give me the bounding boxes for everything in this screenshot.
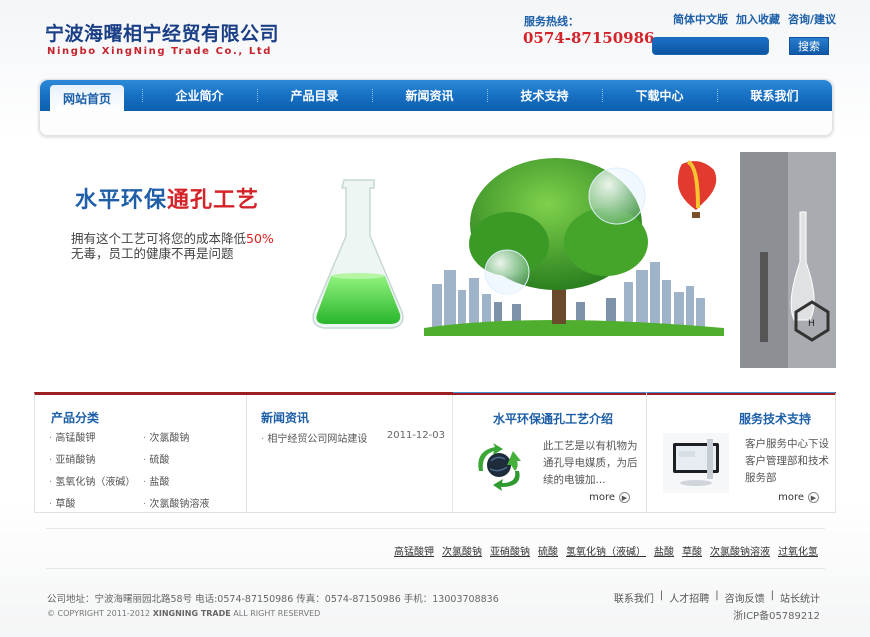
- nav-item-products[interactable]: 产品目录: [257, 80, 372, 111]
- tag-link[interactable]: 草酸: [682, 543, 702, 558]
- hero-banner[interactable]: 水平环保通孔工艺 拥有这个工艺可将您的成本降低50% 无毒，员工的健康不再是问题: [34, 152, 836, 368]
- intro-text: 此工艺是以有机物为通孔导电媒质，为后续的电镀加...: [543, 440, 638, 486]
- tag-link[interactable]: 氢氧化钠（液碱）: [566, 543, 646, 558]
- recycle-globe-icon: [478, 443, 521, 491]
- search-button[interactable]: 搜索: [789, 37, 829, 55]
- tag-link[interactable]: 次氯酸钠溶液: [710, 543, 770, 558]
- monitor-icon: [663, 433, 729, 493]
- svg-text:H: H: [808, 319, 815, 329]
- news-panel-title[interactable]: 新闻资讯: [261, 409, 309, 426]
- main-navigation: 网站首页 企业简介 产品目录 新闻资讯 技术支持 下载中心 联系我们: [39, 79, 833, 136]
- news-item-title[interactable]: 相宁经贸公司网站建设: [261, 430, 367, 445]
- top-link-feedback[interactable]: 咨询/建议: [788, 11, 836, 27]
- product-list: 高锰酸钾 次氯酸钠 亚硝酸钠 硫酸 氢氧化钠（液碱） 盐酸 草酸 次氯酸钠溶液: [49, 429, 239, 510]
- tag-link[interactable]: 硫酸: [538, 543, 558, 558]
- tag-link[interactable]: 高锰酸钾: [394, 543, 434, 558]
- panel-tech-support: 服务技术支持 客户服务中心下设客户管理部和技术服务部 more ▶: [647, 392, 835, 512]
- product-link[interactable]: 亚硝酸钠: [49, 451, 143, 466]
- tag-link[interactable]: 过氧化氢: [778, 543, 818, 558]
- logo-english: Ningbo XingNing Trade Co., Ltd: [47, 46, 272, 57]
- product-link[interactable]: 次氯酸钠: [143, 429, 239, 444]
- support-more-link[interactable]: more ▶: [778, 492, 819, 503]
- arrow-right-icon: ▶: [619, 492, 630, 503]
- tag-link[interactable]: 次氯酸钠: [442, 543, 482, 558]
- panel-product-categories: 产品分类 高锰酸钾 次氯酸钠 亚硝酸钠 硫酸 氢氧化钠（液碱） 盐酸 草酸 次氯…: [35, 395, 247, 512]
- news-item-date: 2011-12-03: [386, 430, 445, 441]
- product-link[interactable]: 高锰酸钾: [49, 429, 143, 444]
- footer-link-feedback[interactable]: 咨询反馈: [725, 590, 765, 605]
- banner-subtitle-2: 无毒，员工的健康不再是问题: [71, 246, 234, 261]
- footer-link-stats[interactable]: 站长统计: [780, 590, 820, 605]
- info-panels: 产品分类 高锰酸钾 次氯酸钠 亚硝酸钠 硫酸 氢氧化钠（液碱） 盐酸 草酸 次氯…: [34, 392, 836, 513]
- divider: [46, 568, 825, 569]
- tag-link[interactable]: 亚硝酸钠: [490, 543, 530, 558]
- support-panel-title[interactable]: 服务技术支持: [739, 410, 811, 427]
- top-link-add-favorite[interactable]: 加入收藏: [736, 11, 780, 27]
- hotline-number: 0574-87150986: [523, 29, 655, 47]
- footer-links: 联系我们 | 人才招聘 | 咨询反馈 | 站长统计: [613, 590, 820, 605]
- top-links: 简体中文版 加入收藏 咨询/建议: [673, 11, 836, 27]
- product-link[interactable]: 氢氧化钠（液碱）: [49, 473, 143, 488]
- nav-item-contact[interactable]: 联系我们: [717, 80, 832, 111]
- nav-item-news[interactable]: 新闻资讯: [372, 80, 487, 111]
- nav-item-home[interactable]: 网站首页: [50, 85, 124, 111]
- nav-item-about[interactable]: 企业简介: [142, 80, 257, 111]
- top-link-simplified-chinese[interactable]: 简体中文版: [673, 11, 728, 27]
- arrow-right-icon: ▶: [808, 492, 819, 503]
- product-link[interactable]: 硫酸: [143, 451, 239, 466]
- panel-process-intro: 水平环保通孔工艺介绍 此工艺是以有机物为通孔导电媒质，为后续的电镀加... mo…: [453, 392, 647, 512]
- footer-link-contact[interactable]: 联系我们: [614, 590, 654, 605]
- banner-side-image: H: [740, 152, 836, 368]
- footer-address: 公司地址：宁波海曙丽园北路58号 电话:0574-87150986 传真：057…: [47, 594, 499, 605]
- intro-panel-title[interactable]: 水平环保通孔工艺介绍: [493, 410, 613, 427]
- panel-news: 新闻资讯 相宁经贸公司网站建设 2011-12-03: [247, 395, 453, 512]
- tag-link[interactable]: 盐酸: [654, 543, 674, 558]
- intro-more-link[interactable]: more ▶: [589, 492, 630, 503]
- logo-chinese[interactable]: 宁波海曙相宁经贸有限公司: [45, 19, 279, 46]
- products-panel-title[interactable]: 产品分类: [51, 409, 99, 426]
- nav-item-downloads[interactable]: 下载中心: [602, 80, 717, 111]
- product-link[interactable]: 草酸: [49, 495, 143, 510]
- product-link[interactable]: 盐酸: [143, 473, 239, 488]
- footer-copyright: © COPYRIGHT 2011-2012 XINGNING TRADE ALL…: [47, 609, 321, 618]
- search-input[interactable]: [652, 37, 769, 55]
- nav-item-support[interactable]: 技术支持: [487, 80, 602, 111]
- footer-link-jobs[interactable]: 人才招聘: [669, 590, 709, 605]
- divider: [46, 528, 825, 529]
- product-link[interactable]: 次氯酸钠溶液: [143, 495, 239, 510]
- banner-illustration: [312, 158, 724, 336]
- hotline-label: 服务热线：: [524, 15, 579, 28]
- nav-bar: 网站首页 企业简介 产品目录 新闻资讯 技术支持 下载中心 联系我们: [40, 80, 832, 111]
- news-item: 相宁经贸公司网站建设 2011-12-03: [261, 430, 445, 445]
- footer-icp[interactable]: 浙ICP备05789212: [733, 607, 820, 622]
- product-tag-links: 高锰酸钾 次氯酸钠 亚硝酸钠 硫酸 氢氧化钠（液碱） 盐酸 草酸 次氯酸钠溶液 …: [394, 543, 818, 558]
- banner-title: 水平环保通孔工艺: [75, 188, 260, 213]
- support-text: 客户服务中心下设客户管理部和技术服务部: [745, 438, 829, 484]
